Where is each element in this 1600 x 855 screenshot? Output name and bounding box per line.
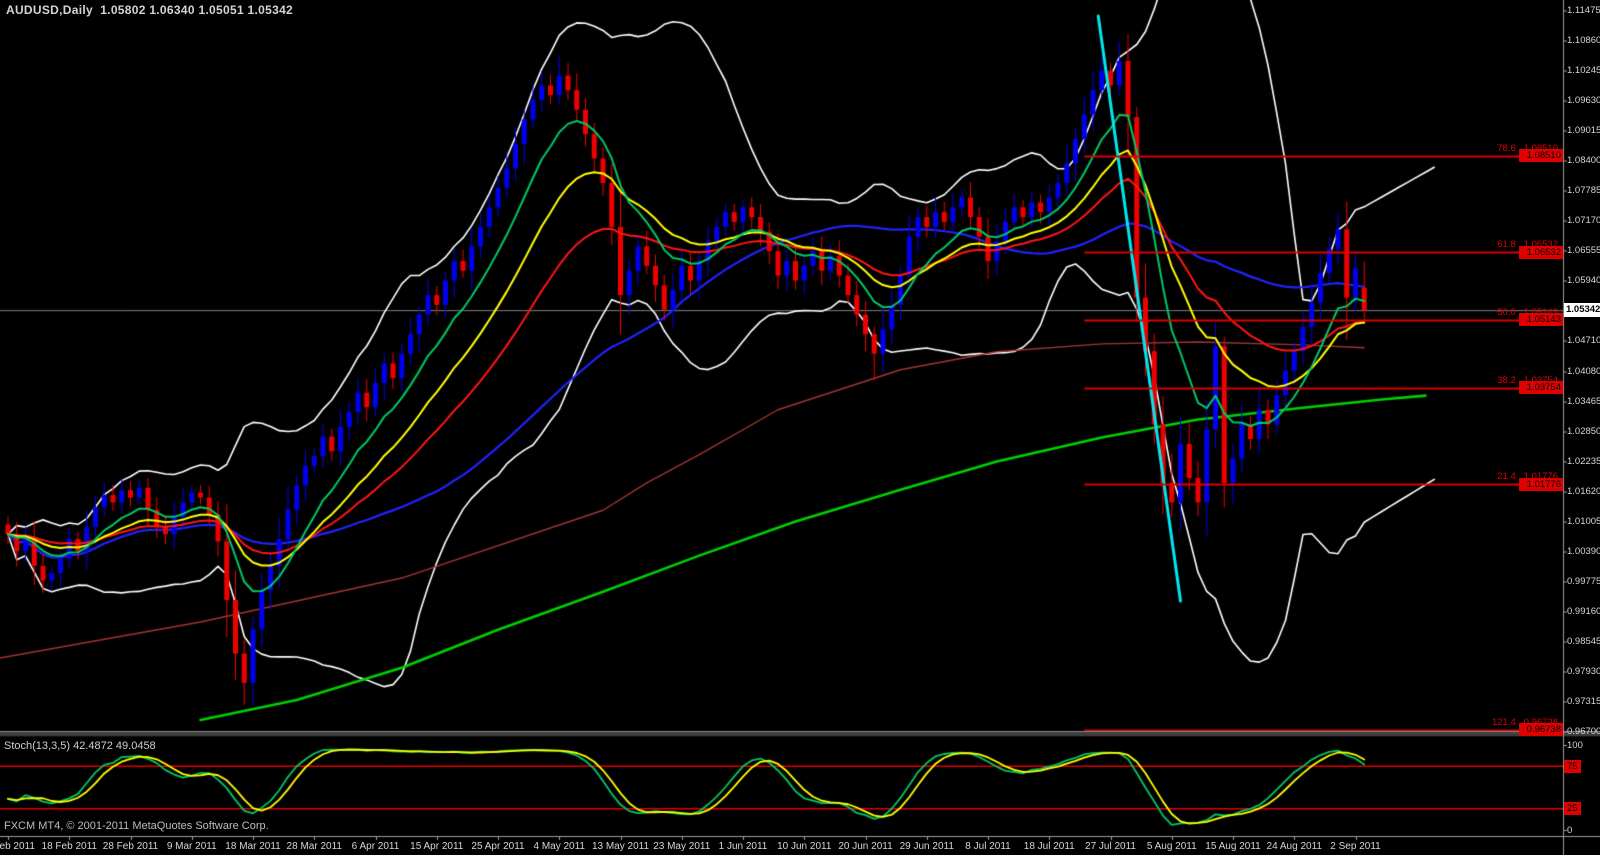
price-tick-label: 1.05940 — [1567, 275, 1600, 286]
price-tick-label: 0.99775 — [1567, 576, 1600, 587]
stoch-axis-label: 0 — [1567, 825, 1572, 836]
price-tick-label: 1.10245 — [1567, 65, 1600, 76]
stochastic-indicator-label: Stoch(13,3,5) 42.4872 49.0458 — [4, 740, 156, 752]
fib-axis-price-box: 1.06532 — [1519, 246, 1563, 259]
price-tick-label: 0.96700 — [1567, 726, 1600, 737]
fib-axis-price-box: 0.96738 — [1519, 723, 1563, 736]
price-tick-label: 0.97315 — [1567, 696, 1600, 707]
price-tick-label: 1.08400 — [1567, 155, 1600, 166]
price-tick-label: 1.01620 — [1567, 486, 1600, 497]
price-tick-label: 1.04080 — [1567, 366, 1600, 377]
price-tick-label: 1.09015 — [1567, 125, 1600, 136]
fib-axis-price-box: 1.01776 — [1519, 478, 1563, 491]
fib-axis-price-box: 1.05143 — [1519, 313, 1563, 326]
copyright-text: FXCM MT4, © 2001-2011 MetaQuotes Softwar… — [4, 820, 269, 832]
price-tick-label: 1.10860 — [1567, 35, 1600, 46]
price-chart-canvas[interactable] — [0, 0, 1600, 855]
date-tick-label: 2 Sep 2011 — [1316, 841, 1396, 852]
price-tick-label: 0.97930 — [1567, 666, 1600, 677]
price-tick-label: 1.09630 — [1567, 95, 1600, 106]
price-tick-label: 1.02235 — [1567, 456, 1600, 467]
stoch-level-axis-box: 75 — [1564, 760, 1581, 773]
mt4-chart-window: AUDUSD,Daily 1.05802 1.06340 1.05051 1.0… — [0, 0, 1600, 855]
price-tick-label: 1.00390 — [1567, 546, 1600, 557]
price-tick-label: 0.99160 — [1567, 606, 1600, 617]
price-tick-label: 1.04710 — [1567, 335, 1600, 346]
stoch-level-axis-box: 25 — [1564, 802, 1581, 815]
stoch-axis-label: 100 — [1567, 740, 1583, 751]
price-tick-label: 1.07170 — [1567, 215, 1600, 226]
fib-axis-price-box: 1.03754 — [1519, 381, 1563, 394]
price-tick-label: 1.03465 — [1567, 396, 1600, 407]
chart-title: AUDUSD,Daily 1.05802 1.06340 1.05051 1.0… — [6, 3, 293, 17]
price-tick-label: 1.06555 — [1567, 245, 1600, 256]
price-tick-label: 0.98545 — [1567, 636, 1600, 647]
fib-axis-price-box: 1.08510 — [1519, 149, 1563, 162]
price-tick-label: 1.01005 — [1567, 516, 1600, 527]
price-tick-label: 1.07785 — [1567, 185, 1600, 196]
price-tick-label: 1.02850 — [1567, 426, 1600, 437]
current-price-box: 1.05342 — [1564, 303, 1600, 317]
price-tick-label: 1.11475 — [1567, 5, 1600, 16]
